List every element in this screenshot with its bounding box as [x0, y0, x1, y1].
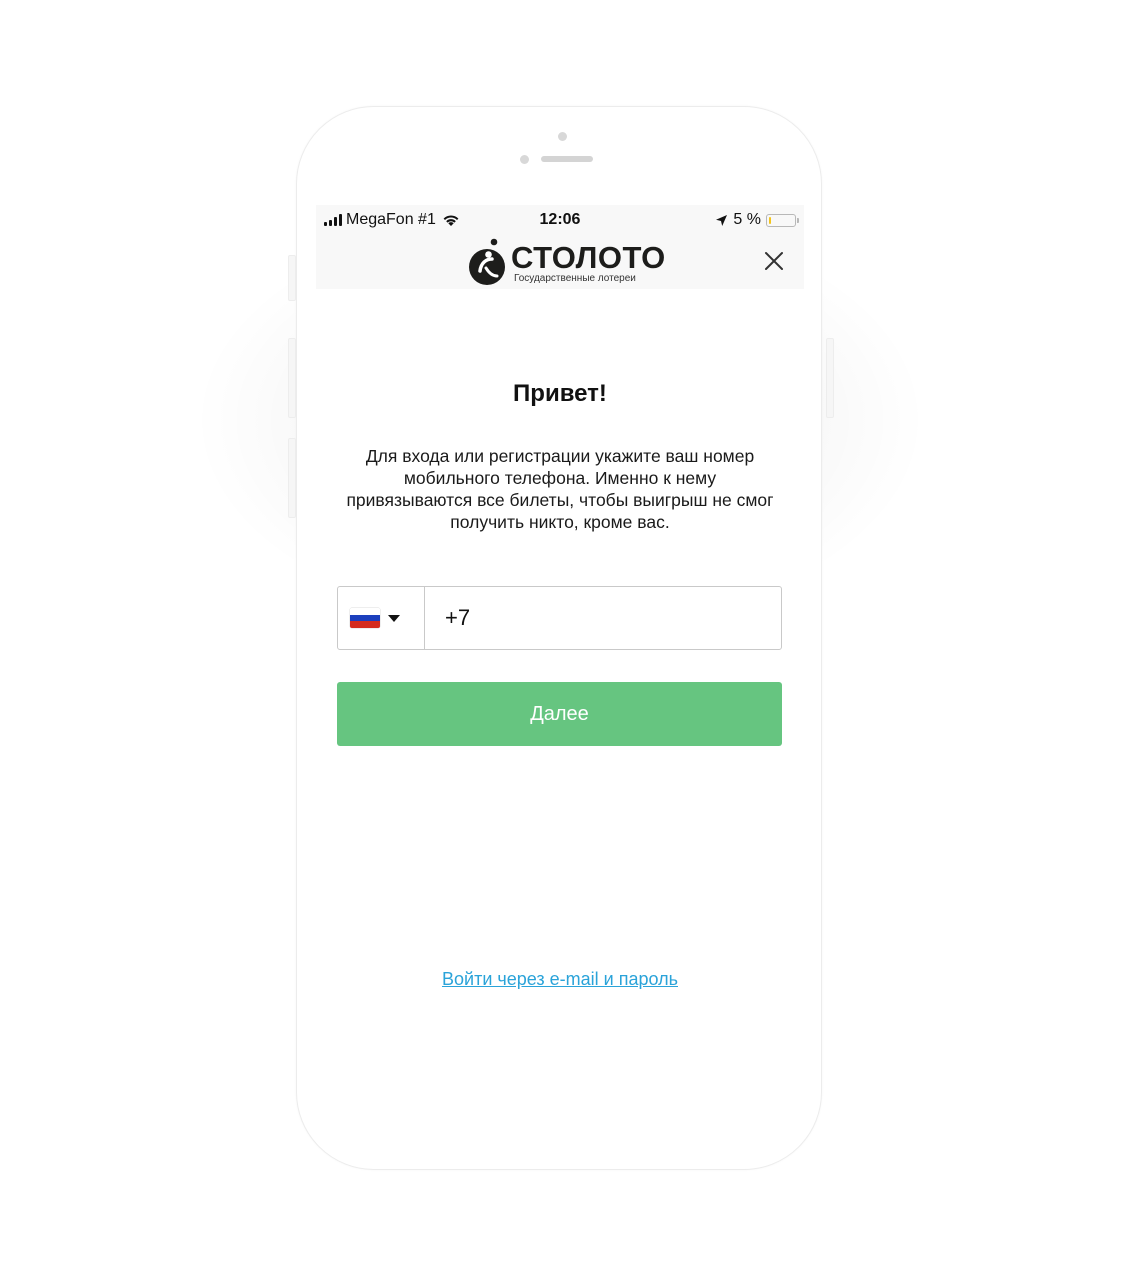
- close-icon[interactable]: [760, 247, 788, 275]
- russia-flag-icon: [350, 608, 380, 628]
- phone-side-button-mute: [288, 255, 296, 301]
- app-header: СТОЛОТО Государственные лотереи: [316, 235, 804, 289]
- page-title: Привет!: [513, 380, 607, 407]
- location-arrow-icon: [716, 214, 728, 226]
- login-description: Для входа или регистрации укажите ваш но…: [346, 446, 774, 532]
- chevron-down-icon: [388, 614, 400, 622]
- stage: MegaFon #1 12:06 5 % СТОЛОТО Государстве…: [0, 0, 1126, 1280]
- phone-side-button-power: [826, 338, 834, 418]
- battery-percent: 5 %: [733, 211, 761, 228]
- battery-cap: [797, 217, 799, 223]
- proximity-sensor: [520, 155, 529, 164]
- phone-number-field: [337, 586, 782, 650]
- stoloto-logo: СТОЛОТО Государственные лотереи: [467, 235, 665, 289]
- app-screen: MegaFon #1 12:06 5 % СТОЛОТО Государстве…: [316, 205, 804, 1075]
- phone-side-button-volume-up: [288, 338, 296, 418]
- phone-input[interactable]: [425, 587, 781, 649]
- battery-icon: [766, 213, 799, 227]
- phone-side-button-volume-down: [288, 438, 296, 518]
- email-login-link[interactable]: Войти через e-mail и пароль: [316, 967, 804, 991]
- status-right: 5 %: [715, 210, 799, 230]
- country-code-select[interactable]: [338, 587, 425, 649]
- front-camera: [558, 132, 567, 141]
- battery-level-fill: [769, 216, 771, 224]
- earpiece-speaker: [541, 156, 593, 162]
- logo-wordmark: СТОЛОТО: [511, 240, 666, 275]
- status-bar: MegaFon #1 12:06 5 %: [316, 205, 804, 235]
- next-button[interactable]: Далее: [337, 682, 782, 746]
- stoloto-logo-mark-icon: [469, 238, 505, 285]
- logo-tagline: Государственные лотереи: [514, 273, 636, 284]
